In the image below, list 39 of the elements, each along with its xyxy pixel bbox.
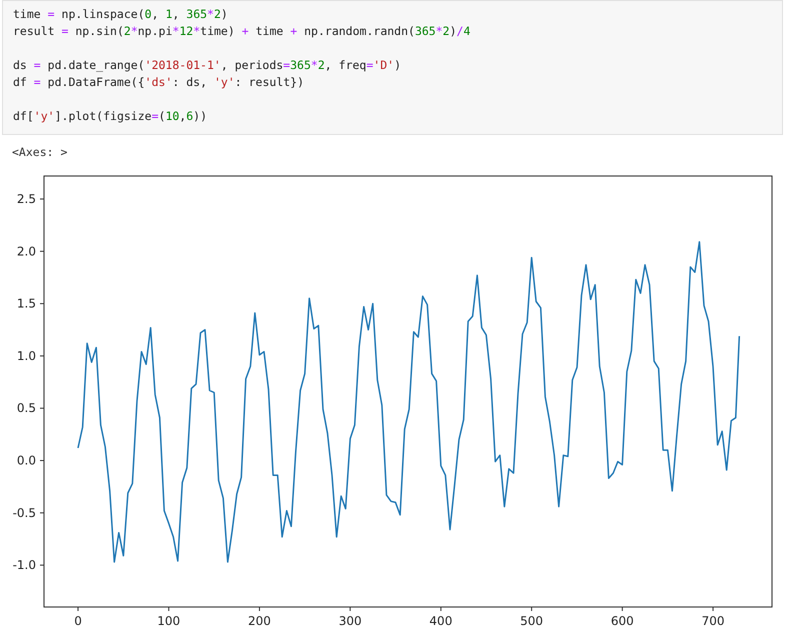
tick-label: 600 bbox=[610, 614, 634, 628]
tick-label: 0.0 bbox=[16, 454, 36, 468]
tick-mark bbox=[350, 606, 351, 612]
tick-mark bbox=[40, 355, 44, 356]
tick-label: -1.0 bbox=[12, 558, 36, 572]
output-text: <Axes: > bbox=[11, 144, 68, 161]
tick-mark bbox=[40, 512, 44, 514]
tick-label: 400 bbox=[429, 614, 452, 628]
code-line: df = pd.DataFrame({'ds': ds, 'y': result}) bbox=[13, 74, 306, 91]
tick-mark bbox=[40, 460, 44, 462]
tick-label: 0 bbox=[74, 614, 82, 628]
tick-label: 500 bbox=[520, 614, 544, 628]
tick-label: 0.5 bbox=[16, 401, 36, 416]
code-cell[interactable] bbox=[2, 0, 783, 135]
tick-mark bbox=[40, 250, 44, 252]
tick-label: 2.0 bbox=[16, 244, 36, 258]
tick-mark bbox=[78, 606, 79, 612]
tick-label: 1.5 bbox=[16, 296, 36, 311]
tick-mark bbox=[40, 408, 44, 409]
tick-mark bbox=[622, 606, 623, 612]
tick-mark bbox=[168, 606, 170, 612]
tick-mark bbox=[531, 606, 532, 612]
tick-mark bbox=[258, 606, 260, 612]
code-line: time = np.linspace(0, 1, 365*2) bbox=[13, 6, 229, 23]
code-line: df['y'].plot(figsize=(10,6)) bbox=[13, 108, 208, 125]
tick-mark bbox=[440, 606, 442, 612]
tick-mark bbox=[40, 303, 44, 304]
tick-label: -0.5 bbox=[12, 506, 36, 520]
code-line: result = np.sin(2*np.pi*12*time) + time + np.random.randn(365*2)/4 bbox=[13, 23, 472, 40]
tick-mark bbox=[712, 606, 714, 612]
tick-mark bbox=[40, 198, 44, 200]
tick-label: 200 bbox=[248, 614, 271, 628]
tick-label: 300 bbox=[338, 614, 362, 628]
tick-label: 100 bbox=[157, 614, 180, 628]
tick-mark bbox=[40, 564, 44, 566]
tick-label: 1.0 bbox=[16, 348, 36, 363]
tick-label: 2.5 bbox=[16, 192, 36, 206]
tick-label: 700 bbox=[702, 614, 724, 628]
code-line: ds = pd.date_range('2018-01-1', periods=365*2, freq='D') bbox=[13, 57, 402, 74]
